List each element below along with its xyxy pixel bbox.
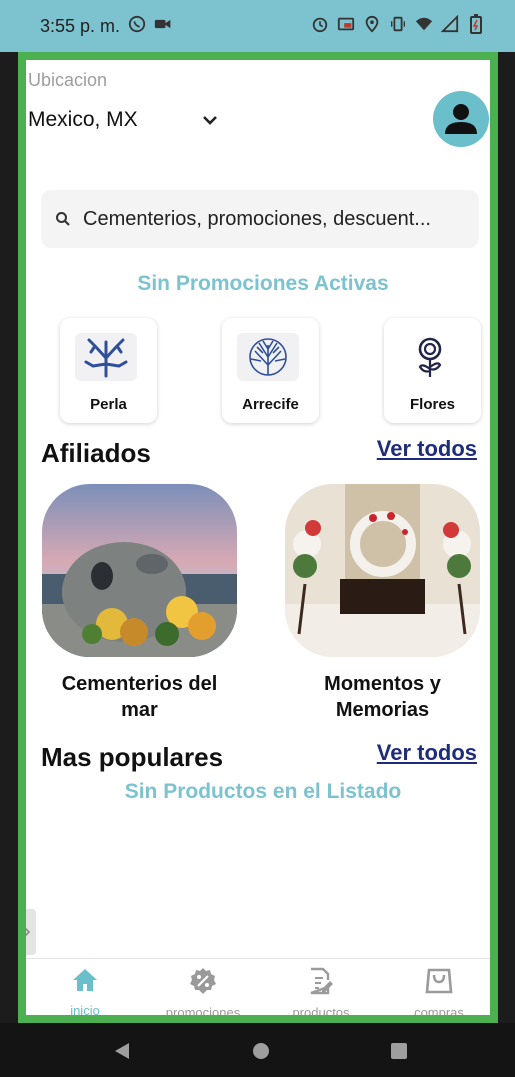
category-flores[interactable]: Flores (384, 318, 481, 423)
reef-icon (237, 333, 299, 381)
app-frame: Ubicacion Mexico, MX Cementerios, promoc… (18, 52, 498, 1023)
affiliates-see-all-link[interactable]: Ver todos (377, 436, 477, 462)
discount-badge-icon (190, 968, 216, 994)
category-arrecife[interactable]: Arrecife (222, 318, 319, 423)
location-label: Ubicacion (28, 70, 108, 90)
nav-inicio[interactable]: inicio (26, 967, 144, 1015)
category-perla[interactable]: Perla (60, 318, 157, 423)
status-bar: 3:55 p. m. (0, 0, 515, 52)
vibrate-icon (391, 16, 405, 32)
user-icon (445, 104, 477, 134)
battery-icon (470, 14, 482, 34)
nav-productos[interactable]: productos (262, 967, 380, 1015)
popular-see-all-link[interactable]: Ver todos (377, 740, 477, 766)
affiliate-image-cementerios[interactable] (42, 484, 237, 657)
nav-compras[interactable]: compras (380, 967, 490, 1015)
location-pin-icon (365, 15, 379, 33)
system-navigation-bar (0, 1023, 515, 1077)
affiliate-image-momentos[interactable] (285, 484, 480, 657)
search-icon (56, 212, 70, 226)
category-label: Arrecife (242, 396, 299, 413)
chevron-right-icon (26, 927, 31, 937)
search-placeholder: Cementerios, promociones, descuent... (83, 207, 431, 230)
cast-icon (337, 17, 355, 31)
home-circle-icon[interactable] (252, 1042, 270, 1060)
wifi-icon (415, 17, 433, 31)
search-bar[interactable]: Cementerios, promociones, descuent... (41, 190, 479, 248)
shopping-bag-icon (425, 968, 453, 994)
home-icon (73, 969, 97, 991)
chevron-down-icon[interactable] (202, 114, 218, 128)
products-empty-message: Sin Productos en el Listado (124, 780, 402, 803)
flower-icon (399, 333, 461, 381)
status-time: 3:55 p. m. (40, 16, 121, 36)
alarm-icon (312, 17, 328, 33)
location-selector[interactable]: Mexico, MX (28, 108, 138, 132)
whatsapp-icon (128, 15, 146, 33)
profile-avatar[interactable] (433, 91, 489, 147)
back-icon[interactable] (113, 1042, 131, 1060)
video-camera-icon (154, 19, 171, 29)
document-edit-icon (310, 967, 333, 995)
category-label: Perla (90, 396, 127, 413)
category-label: Flores (409, 396, 455, 413)
affiliate-name: Momentos y Memorias (324, 673, 441, 721)
promotions-empty-message: Sin Promociones Activas (137, 272, 389, 295)
affiliate-name: Cementerios del mar (61, 673, 218, 721)
coral-icon (75, 333, 137, 381)
popular-title: Mas populares (41, 742, 224, 772)
drawer-handle[interactable] (26, 909, 36, 955)
category-row: Perla Arrecife Flores (26, 318, 490, 428)
bottom-navigation: inicio promociones productos compras (26, 958, 490, 1015)
recents-square-icon[interactable] (390, 1042, 408, 1060)
nav-promociones[interactable]: promociones (144, 967, 262, 1015)
affiliates-title: Afiliados (41, 438, 151, 468)
signal-icon (441, 14, 459, 33)
